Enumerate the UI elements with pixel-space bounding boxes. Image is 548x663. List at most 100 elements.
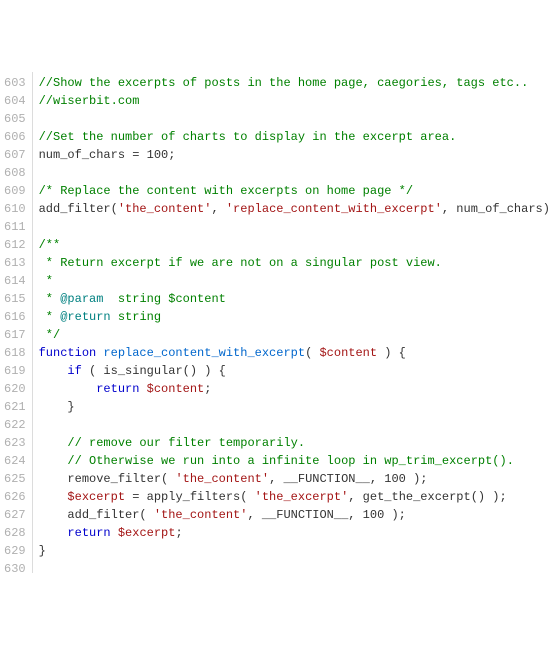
line-number: 622 (4, 416, 26, 434)
code-token: ); (406, 472, 428, 486)
line-number: 606 (4, 128, 26, 146)
line-number: 615 (4, 290, 26, 308)
code-token: , __FUNCTION__, (247, 508, 362, 522)
code-token: function (39, 346, 97, 360)
code-token: remove_filter( (39, 472, 176, 486)
code-line[interactable]: * (39, 272, 548, 290)
code-token: 'replace_content_with_excerpt' (226, 202, 442, 216)
code-line[interactable]: /** (39, 236, 548, 254)
code-token: } (39, 544, 46, 558)
line-number: 628 (4, 524, 26, 542)
code-line[interactable] (39, 110, 548, 128)
code-line[interactable] (39, 416, 548, 434)
code-line[interactable]: add_filter('the_content', 'replace_conte… (39, 200, 548, 218)
line-number: 613 (4, 254, 26, 272)
code-token: 100 (363, 508, 385, 522)
code-area[interactable]: //Show the excerpts of posts in the home… (33, 72, 548, 573)
code-token: return (67, 526, 110, 540)
line-number-gutter: 6036046056066076086096106116126136146156… (0, 72, 33, 573)
code-line[interactable]: return $content; (39, 380, 548, 398)
code-line[interactable]: //wiserbit.com (39, 92, 548, 110)
code-line[interactable]: if ( is_singular() ) { (39, 362, 548, 380)
line-number: 608 (4, 164, 26, 182)
code-token: ; (168, 148, 175, 162)
code-token (39, 436, 68, 450)
code-token: @param (60, 292, 103, 306)
line-number: 605 (4, 110, 26, 128)
code-token (39, 382, 97, 396)
code-line[interactable]: } (39, 398, 548, 416)
code-token: if (67, 364, 81, 378)
code-line[interactable]: /* Replace the content with excerpts on … (39, 182, 548, 200)
code-token: * (39, 274, 53, 288)
code-token: // remove our filter temporarily. (67, 436, 305, 450)
code-token: , get_the_excerpt() ); (348, 490, 506, 504)
code-token: 'the_excerpt' (255, 490, 349, 504)
code-token: //Set the number of charts to display in… (39, 130, 457, 144)
code-token: ); (384, 508, 406, 522)
code-line[interactable]: function replace_content_with_excerpt( $… (39, 344, 548, 362)
code-token: , num_of_chars); (442, 202, 548, 216)
code-line[interactable]: // Otherwise we run into a infinite loop… (39, 452, 548, 470)
line-number: 629 (4, 542, 26, 560)
code-line[interactable] (39, 218, 548, 236)
code-token (139, 382, 146, 396)
code-token: $content (147, 382, 205, 396)
code-line[interactable] (39, 560, 548, 578)
code-token: 'the_content' (118, 202, 212, 216)
code-line[interactable]: remove_filter( 'the_content', __FUNCTION… (39, 470, 548, 488)
line-number: 616 (4, 308, 26, 326)
code-token (39, 490, 68, 504)
line-number: 625 (4, 470, 26, 488)
code-token: * (39, 310, 61, 324)
line-number: 617 (4, 326, 26, 344)
code-token: ; (204, 382, 211, 396)
code-token: ) { (377, 346, 406, 360)
code-line[interactable] (39, 164, 548, 182)
line-number: 611 (4, 218, 26, 236)
code-token: ( is_singular() ) { (82, 364, 226, 378)
code-line[interactable]: num_of_chars = 100; (39, 146, 548, 164)
code-token: $content (319, 346, 377, 360)
line-number: 612 (4, 236, 26, 254)
code-token: * Return excerpt if we are not on a sing… (39, 256, 442, 270)
code-line[interactable]: add_filter( 'the_content', __FUNCTION__,… (39, 506, 548, 524)
code-token: 'the_content' (154, 508, 248, 522)
code-line[interactable]: return $excerpt; (39, 524, 548, 542)
code-token: 100 (384, 472, 406, 486)
code-line[interactable]: $excerpt = apply_filters( 'the_excerpt',… (39, 488, 548, 506)
code-line[interactable]: // remove our filter temporarily. (39, 434, 548, 452)
line-number: 621 (4, 398, 26, 416)
code-token: ; (175, 526, 182, 540)
code-line[interactable]: } (39, 542, 548, 560)
line-number: 627 (4, 506, 26, 524)
code-line[interactable]: * @param string $content (39, 290, 548, 308)
line-number: 623 (4, 434, 26, 452)
code-token: $excerpt (118, 526, 176, 540)
code-token: add_filter( (39, 202, 118, 216)
line-number: 603 (4, 74, 26, 92)
code-line[interactable]: //Show the excerpts of posts in the home… (39, 74, 548, 92)
code-token: $excerpt (67, 490, 125, 504)
line-number: 609 (4, 182, 26, 200)
line-number: 610 (4, 200, 26, 218)
code-token: } (39, 400, 75, 414)
line-number: 618 (4, 344, 26, 362)
code-token: add_filter( (39, 508, 154, 522)
code-line[interactable]: */ (39, 326, 548, 344)
code-token: @return (60, 310, 110, 324)
code-token: ( (305, 346, 319, 360)
code-line[interactable]: * Return excerpt if we are not on a sing… (39, 254, 548, 272)
code-token: , (211, 202, 225, 216)
code-token: return (96, 382, 139, 396)
code-token (39, 526, 68, 540)
code-line[interactable]: * @return string (39, 308, 548, 326)
code-token (111, 526, 118, 540)
code-token: 100 (147, 148, 169, 162)
line-number: 626 (4, 488, 26, 506)
code-line[interactable]: //Set the number of charts to display in… (39, 128, 548, 146)
code-token (39, 364, 68, 378)
line-number: 624 (4, 452, 26, 470)
code-token: * (39, 292, 61, 306)
code-token: , __FUNCTION__, (269, 472, 384, 486)
